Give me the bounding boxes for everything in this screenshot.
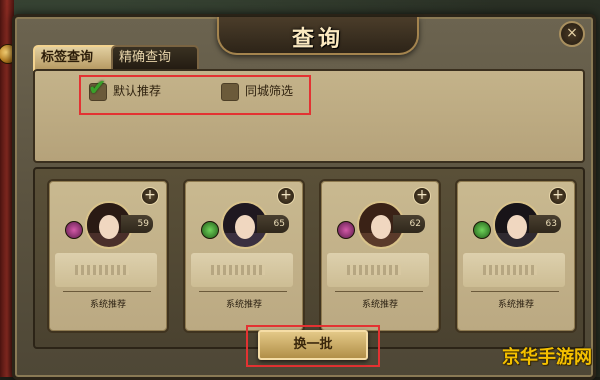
- player-card[interactable]: + 59 系统推荐: [47, 179, 169, 333]
- close-button[interactable]: ×: [559, 21, 585, 47]
- blurred-player-name: [75, 265, 129, 275]
- window-title: 查询: [291, 27, 344, 52]
- player-card[interactable]: + 62 系统推荐: [319, 179, 441, 333]
- recommend-list: + 59 系统推荐 + 65 系统推荐 + 62 系统推荐 + 63 系统推荐: [33, 167, 585, 349]
- class-icon: [65, 221, 83, 239]
- add-friend-button[interactable]: +: [277, 187, 295, 205]
- card-caption: 系统推荐: [497, 300, 534, 310]
- add-friend-button[interactable]: +: [549, 187, 567, 205]
- level-badge: 63: [529, 215, 561, 233]
- add-friend-button[interactable]: +: [413, 187, 431, 205]
- blurred-player-name: [483, 265, 537, 275]
- level-badge: 62: [393, 215, 425, 233]
- default-recommend-label: 默认推荐: [113, 84, 162, 98]
- check-icon: ✔: [88, 76, 107, 101]
- level-badge: 65: [257, 215, 289, 233]
- title-plate: 查询: [217, 17, 419, 55]
- class-icon: [473, 221, 491, 239]
- blurred-player-name: [211, 265, 265, 275]
- class-icon: [201, 221, 219, 239]
- filter-panel: ✔ 默认推荐 同城筛选: [33, 69, 585, 163]
- tab-tag-query[interactable]: 标签查询: [33, 45, 121, 71]
- site-watermark: 京华手游网: [502, 347, 592, 368]
- divider: [471, 291, 559, 292]
- class-icon: [337, 221, 355, 239]
- default-recommend-checkbox[interactable]: ✔: [88, 76, 107, 101]
- card-caption: 系统推荐: [361, 300, 398, 310]
- divider: [335, 291, 423, 292]
- divider: [63, 291, 151, 292]
- same-city-label: 同城筛选: [245, 84, 294, 98]
- card-caption: 系统推荐: [89, 300, 126, 310]
- card-caption: 系统推荐: [225, 300, 262, 310]
- tab-exact-query[interactable]: 精确查询: [111, 45, 199, 71]
- add-friend-button[interactable]: +: [141, 187, 159, 205]
- blurred-player-name: [347, 265, 401, 275]
- player-card[interactable]: + 63 系统推荐: [455, 179, 577, 333]
- level-badge: 59: [121, 215, 153, 233]
- player-card[interactable]: + 65 系统推荐: [183, 179, 305, 333]
- refresh-button[interactable]: 换一批: [258, 330, 368, 360]
- same-city-checkbox[interactable]: [221, 83, 239, 101]
- divider: [199, 291, 287, 292]
